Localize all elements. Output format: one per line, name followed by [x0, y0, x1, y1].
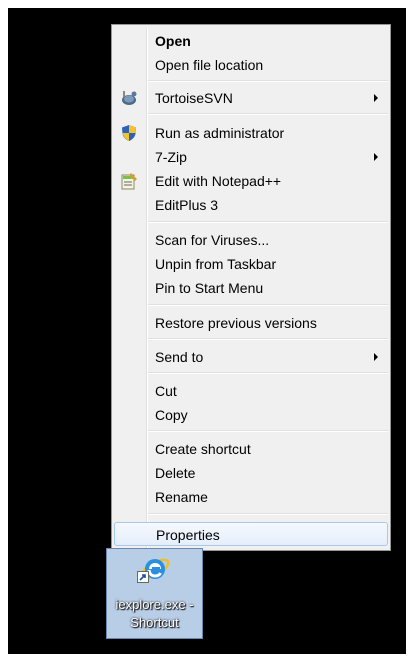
menu-item-editplus[interactable]: EditPlus 3 [114, 193, 388, 217]
menu-item-run-as-administrator[interactable]: Run as administrator [114, 121, 388, 145]
menu-item-open-file-location[interactable]: Open file location [114, 53, 388, 77]
menu-item-copy[interactable]: Copy [114, 403, 388, 427]
uac-shield-icon [120, 124, 138, 142]
menu-item-cut[interactable]: Cut [114, 379, 388, 403]
menu-item-edit-with-notepad[interactable]: Edit with Notepad++ [114, 169, 388, 193]
menu-item-label: 7-Zip [155, 149, 187, 165]
menu-item-label: Restore previous versions [155, 315, 317, 331]
submenu-arrow-icon [374, 353, 378, 361]
menu-item-send-to[interactable]: Send to [114, 345, 388, 369]
menu-item-delete[interactable]: Delete [114, 461, 388, 485]
menu-separator [148, 221, 388, 223]
shortcut-arrow-icon [137, 571, 149, 583]
menu-item-label: Open file location [155, 57, 264, 73]
menu-item-rename[interactable]: Rename [114, 485, 388, 509]
menu-separator [148, 430, 388, 432]
submenu-arrow-icon [374, 94, 378, 102]
menu-item-pin-to-start-menu[interactable]: Pin to Start Menu [114, 276, 388, 300]
menu-item-open[interactable]: Open [114, 29, 388, 53]
menu-item-unpin-from-taskbar[interactable]: Unpin from Taskbar [114, 252, 388, 276]
menu-item-create-shortcut[interactable]: Create shortcut [114, 437, 388, 461]
menu-item-label: Open [155, 33, 191, 49]
shortcut-caption-line-2: Shortcut [130, 615, 179, 630]
menu-separator [148, 338, 388, 340]
menu-item-restore-previous-versions[interactable]: Restore previous versions [114, 311, 388, 335]
menu-separator [148, 513, 388, 515]
notepad-plus-plus-icon [120, 172, 138, 190]
desktop-shortcut-iexplore[interactable]: iexplore.exe - Shortcut [106, 548, 203, 639]
menu-separator [148, 372, 388, 374]
submenu-arrow-icon [374, 153, 378, 161]
menu-item-tortoisesvn[interactable]: TortoiseSVN [114, 86, 388, 110]
menu-item-label: Unpin from Taskbar [155, 256, 277, 272]
menu-separator [148, 113, 388, 115]
menu-item-label: Delete [155, 465, 196, 481]
menu-item-scan-for-viruses[interactable]: Scan for Viruses... [114, 228, 388, 252]
menu-item-7-zip[interactable]: 7-Zip [114, 145, 388, 169]
menu-separator [148, 304, 388, 306]
menu-item-label: Rename [155, 489, 208, 505]
menu-item-label: Pin to Start Menu [155, 280, 264, 296]
menu-item-label: Create shortcut [155, 441, 251, 457]
shortcut-caption-line-1: iexplore.exe - [115, 597, 194, 612]
menu-item-label: Edit with Notepad++ [155, 173, 282, 189]
menu-item-label: TortoiseSVN [155, 90, 233, 106]
menu-item-label: Cut [155, 383, 177, 399]
menu-item-label: Send to [155, 349, 204, 365]
menu-item-label: Copy [155, 407, 188, 423]
menu-item-label: Properties [156, 527, 220, 543]
menu-separator [148, 80, 388, 82]
desktop: Open Open file location TortoiseSVN Run … [0, 0, 414, 661]
menu-item-label: Run as administrator [155, 125, 285, 141]
context-menu: Open Open file location TortoiseSVN Run … [111, 24, 391, 551]
menu-item-properties[interactable]: Properties [114, 522, 388, 546]
tortoisesvn-icon [120, 89, 138, 107]
menu-item-label: EditPlus 3 [155, 197, 219, 213]
menu-item-label: Scan for Viruses... [155, 232, 270, 248]
